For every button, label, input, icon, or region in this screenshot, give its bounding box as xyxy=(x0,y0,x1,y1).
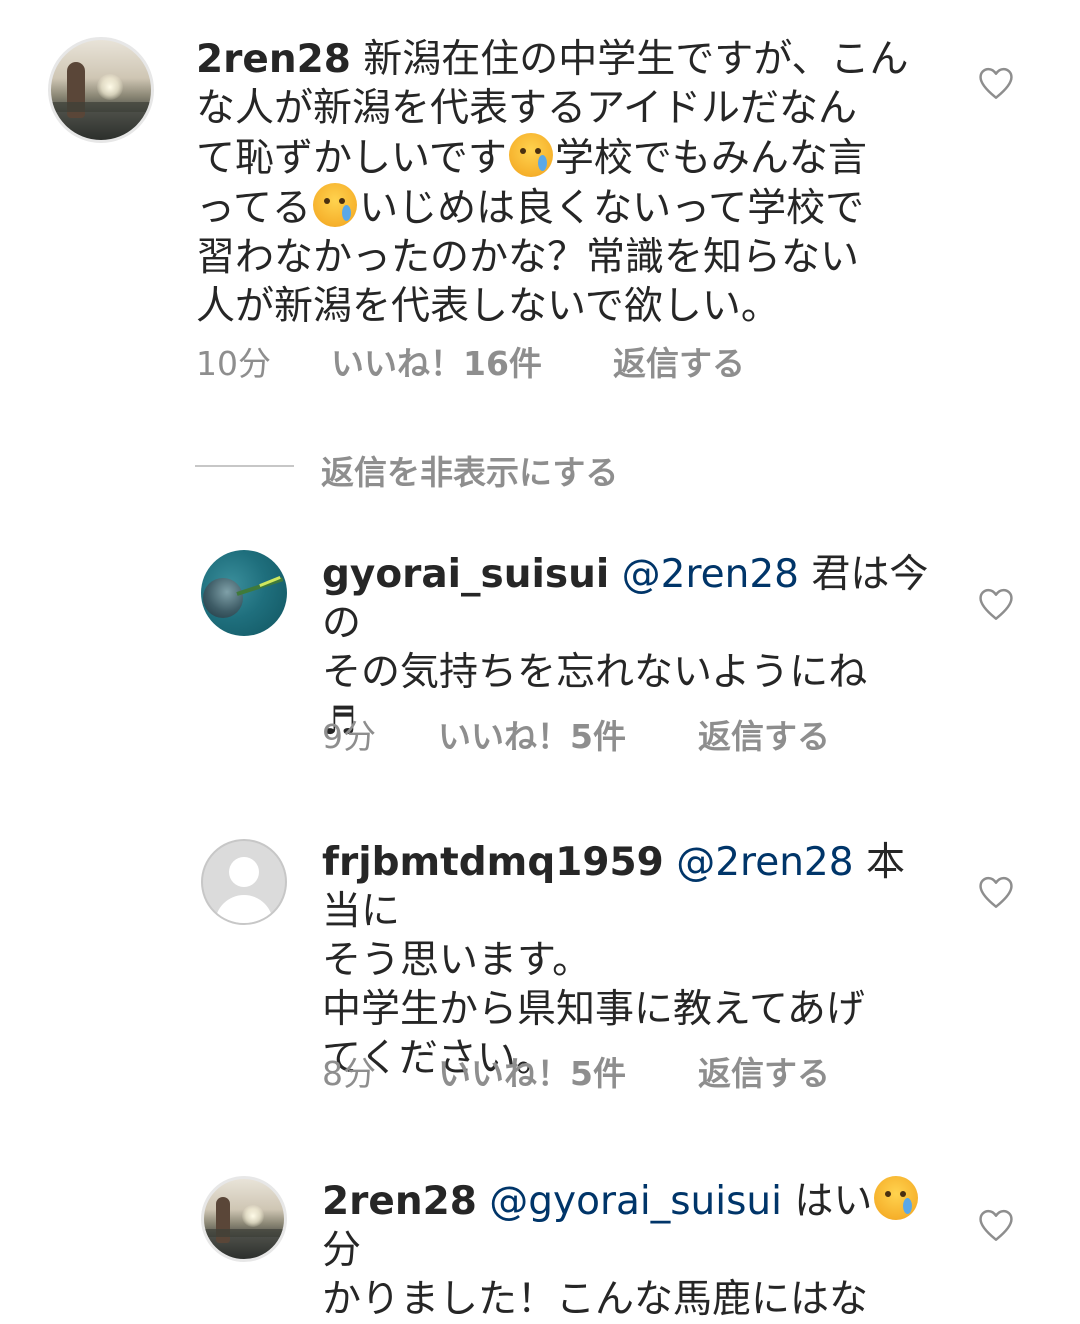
reply-line: はい xyxy=(794,1179,873,1224)
reply-line: 中学生から県知事に教えてあげ xyxy=(322,987,865,1032)
comment-line: て恥ずかしいです xyxy=(196,136,507,181)
hide-replies-button[interactable]: 返信を非表示にする xyxy=(321,446,618,494)
reply-username[interactable]: frjbmtdmq1959 xyxy=(322,840,664,885)
comment-line: 習わなかったのかな？常識を知らない xyxy=(196,235,860,280)
avatar-2ren28[interactable] xyxy=(48,37,154,143)
comment-line: な人が新潟を代表するアイドルだなん xyxy=(196,86,858,131)
avatar-rocks xyxy=(204,1229,284,1237)
mention-link[interactable]: @2ren28 xyxy=(622,552,799,597)
avatar-frjbmtdmq1959[interactable] xyxy=(201,839,287,925)
default-avatar-head xyxy=(229,857,259,887)
mention-link[interactable]: @2ren28 xyxy=(676,840,853,885)
comment-meta: 10分 いいね！16件 返信する xyxy=(196,344,896,384)
divider xyxy=(195,465,294,467)
avatar-buoy xyxy=(203,578,243,618)
comment-line: 学校でもみんな言 xyxy=(554,136,867,181)
likes-count-button[interactable]: いいね！16件 xyxy=(331,344,542,384)
reply-meta: 8分 いいね！5件 返信する xyxy=(322,1054,962,1094)
likes-count-button[interactable]: いいね！5件 xyxy=(438,1054,626,1094)
heart-outline-icon[interactable] xyxy=(977,66,1015,100)
reply-button[interactable]: 返信する xyxy=(698,717,830,757)
comment-line: 人が新潟を代表しないで欲しい。 xyxy=(196,284,780,329)
crying-face-icon xyxy=(874,1176,919,1220)
comment-time: 10分 xyxy=(196,344,271,383)
reply-line: かりました！こんな馬鹿にはな xyxy=(322,1277,869,1322)
likes-count-button[interactable]: いいね！5件 xyxy=(438,717,626,757)
reply-button[interactable]: 返信する xyxy=(698,1054,830,1094)
avatar-gyorai_suisui[interactable] xyxy=(201,550,287,636)
reply-time: 9分 xyxy=(322,717,376,756)
crying-face-icon xyxy=(508,133,553,177)
avatar-rocks xyxy=(51,102,151,112)
reply-line: その気持ちを忘れないようにね xyxy=(322,650,868,695)
reply-meta: 9分 いいね！5件 返信する xyxy=(322,717,962,757)
reply-line: そう思います。 xyxy=(322,938,592,983)
heart-outline-icon[interactable] xyxy=(977,587,1015,621)
crying-face-icon xyxy=(313,183,358,227)
avatar-2ren28[interactable] xyxy=(201,1176,287,1262)
comment-text: 2ren28 新潟在住の中学生ですが、こん な人が新潟を代表するアイドルだなん … xyxy=(196,35,956,331)
reply-button[interactable]: 返信する xyxy=(613,344,745,384)
reply-text: frjbmtdmq1959 @2ren28 本当に そう思います。 中学生から県… xyxy=(322,838,942,1083)
comment-line: 新潟在住の中学生ですが、こん xyxy=(363,37,909,82)
mention-link[interactable]: @gyorai_suisui xyxy=(489,1179,782,1224)
comment-line: いじめは良くないって学校で xyxy=(359,186,865,231)
avatar-sun xyxy=(97,74,123,100)
avatar-sun xyxy=(242,1205,264,1227)
heart-outline-icon[interactable] xyxy=(977,875,1015,909)
reply-time: 8分 xyxy=(322,1054,376,1093)
comment-username[interactable]: 2ren28 xyxy=(196,37,351,82)
heart-outline-icon[interactable] xyxy=(977,1208,1015,1242)
reply-username[interactable]: 2ren28 xyxy=(322,1179,477,1224)
default-avatar-body xyxy=(215,895,273,923)
comment-line: ってる xyxy=(196,186,312,231)
reply-line: 分 xyxy=(322,1228,362,1273)
reply-username[interactable]: gyorai_suisui xyxy=(322,552,609,597)
reply-text: 2ren28 @gyorai_suisui はい分 かりました！こんな馬鹿にはな xyxy=(322,1176,942,1324)
